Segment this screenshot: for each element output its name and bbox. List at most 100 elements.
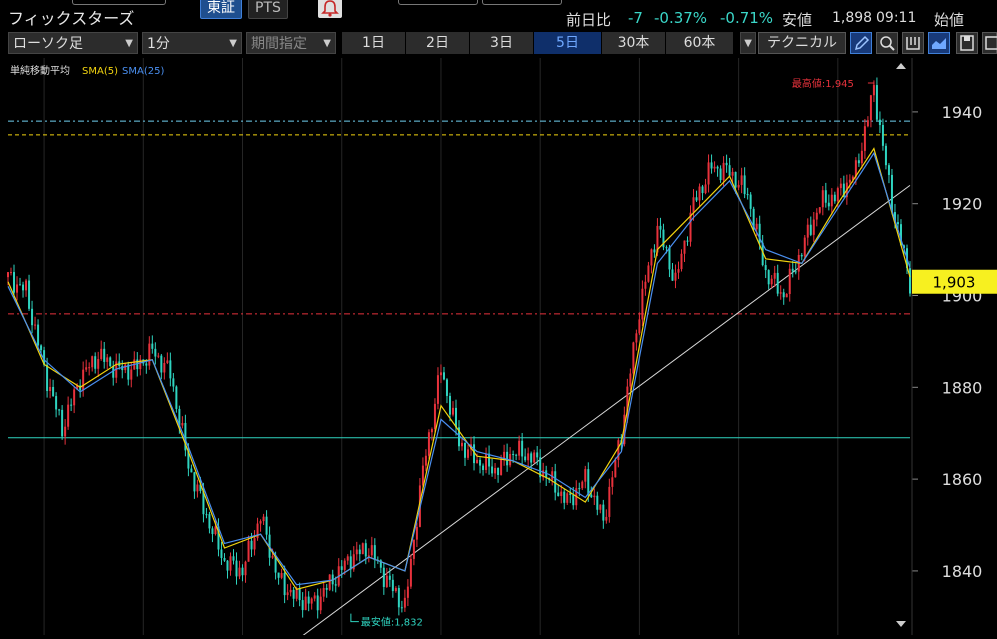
candle-body bbox=[298, 588, 301, 601]
candle-body bbox=[680, 253, 683, 270]
area-chart-button[interactable] bbox=[928, 32, 950, 54]
candle-body bbox=[433, 403, 436, 430]
chart-area[interactable]: 1840 1860 1880 1900 1920 1940 単純移動平均 SMA(5) S… bbox=[0, 58, 997, 639]
window-button[interactable] bbox=[982, 32, 997, 54]
candle-body bbox=[599, 504, 602, 510]
candle-body bbox=[638, 319, 641, 334]
candle-body bbox=[232, 556, 235, 561]
period-60[interactable]: 60本 bbox=[666, 32, 734, 54]
candle-body bbox=[749, 194, 752, 209]
candle-body bbox=[881, 124, 884, 146]
current-price-tag: 1,903 bbox=[912, 269, 997, 294]
candle-body bbox=[10, 272, 13, 274]
candle-body bbox=[166, 360, 169, 363]
y-tick-label: 1880 bbox=[942, 378, 983, 397]
candle-body bbox=[292, 589, 295, 599]
candle-body bbox=[665, 247, 668, 249]
candle-body bbox=[439, 372, 442, 376]
candle-body bbox=[358, 549, 361, 555]
y-axis: 184018601880190019201940 bbox=[912, 103, 982, 581]
candle-body bbox=[740, 175, 743, 185]
candle-body bbox=[400, 607, 403, 609]
candle-body bbox=[253, 538, 256, 550]
current-price-label: 1,903 bbox=[933, 274, 976, 292]
candle-body bbox=[94, 356, 97, 369]
period-more-button[interactable]: ▼ bbox=[740, 32, 756, 54]
candle-body bbox=[878, 119, 881, 125]
interval-select[interactable]: 1分 ▼ bbox=[142, 32, 242, 54]
save-button[interactable] bbox=[956, 32, 978, 54]
zoom-button[interactable] bbox=[876, 32, 898, 54]
candle-body bbox=[130, 369, 133, 380]
period-2d[interactable]: 2日 bbox=[406, 32, 470, 54]
candle-body bbox=[476, 459, 479, 464]
candle-body bbox=[605, 516, 608, 521]
candle-body bbox=[734, 171, 737, 188]
exchange-pts-button[interactable]: PTS bbox=[248, 0, 288, 19]
price-chart[interactable]: 184018601880190019201940 単純移動平均 SMA(5) S… bbox=[0, 58, 997, 639]
candle-body bbox=[415, 526, 418, 540]
candle-body bbox=[833, 194, 836, 202]
candle-body bbox=[839, 183, 842, 189]
candle-body bbox=[515, 454, 518, 456]
change-percent-2: -0.71% bbox=[720, 9, 774, 27]
candle-body bbox=[512, 454, 515, 456]
candle-body bbox=[25, 280, 28, 291]
candle-body bbox=[175, 386, 178, 409]
candle-body bbox=[773, 272, 776, 279]
scroll-up-icon[interactable] bbox=[896, 63, 906, 69]
draw-button[interactable] bbox=[850, 32, 872, 54]
candle-body bbox=[250, 540, 253, 550]
candle-body bbox=[226, 560, 229, 571]
candle-body bbox=[67, 404, 70, 427]
scroll-down-icon[interactable] bbox=[896, 621, 906, 627]
low-marker bbox=[350, 613, 359, 623]
candle-body bbox=[482, 465, 485, 470]
exchange-tse-button[interactable]: 東証 bbox=[200, 0, 242, 19]
sma25-legend: SMA(25) bbox=[122, 66, 164, 77]
period-30[interactable]: 30本 bbox=[602, 32, 666, 54]
tab-edge[interactable] bbox=[482, 0, 562, 5]
candle-body bbox=[692, 197, 695, 213]
range-select[interactable]: 期間指定 ▼ bbox=[246, 32, 336, 54]
period-3d[interactable]: 3日 bbox=[470, 32, 534, 54]
period-1d[interactable]: 1日 bbox=[342, 32, 406, 54]
bell-icon bbox=[321, 0, 339, 17]
candle-body bbox=[238, 567, 241, 577]
period-5d[interactable]: 5日 bbox=[534, 32, 602, 54]
candle-body bbox=[109, 357, 112, 367]
chart-type-select[interactable]: ローソク足 ▼ bbox=[8, 32, 138, 54]
alert-button[interactable] bbox=[318, 0, 342, 18]
candle-body bbox=[770, 278, 773, 285]
candle-body bbox=[674, 272, 677, 281]
candle-body bbox=[412, 539, 415, 559]
candle-body bbox=[500, 458, 503, 475]
candle-body bbox=[776, 272, 779, 294]
window-icon bbox=[985, 36, 997, 50]
candle-body bbox=[406, 586, 409, 598]
candle-body bbox=[397, 587, 400, 608]
candle-body bbox=[28, 280, 31, 309]
candle-body bbox=[707, 162, 710, 185]
candle-body bbox=[848, 179, 851, 183]
prev-label: 前日比 bbox=[566, 11, 612, 29]
candle-body bbox=[394, 587, 397, 592]
candle-body bbox=[241, 567, 244, 576]
candle-body bbox=[172, 378, 175, 387]
candle-body bbox=[602, 504, 605, 521]
candle-body bbox=[145, 363, 148, 366]
tab-edge[interactable] bbox=[398, 0, 478, 5]
candle-body bbox=[719, 168, 722, 181]
pencil-icon bbox=[854, 35, 870, 51]
exit-button[interactable] bbox=[902, 32, 924, 54]
candle-body bbox=[827, 202, 830, 207]
candle-body bbox=[464, 442, 467, 458]
candle-body bbox=[148, 343, 151, 366]
candle-body bbox=[503, 451, 506, 459]
candle-body bbox=[430, 429, 433, 433]
candle-body bbox=[659, 225, 662, 230]
candle-body bbox=[518, 440, 521, 456]
technical-button[interactable]: テクニカル bbox=[758, 32, 846, 54]
candle-body bbox=[683, 240, 686, 254]
candle-body bbox=[100, 348, 103, 360]
